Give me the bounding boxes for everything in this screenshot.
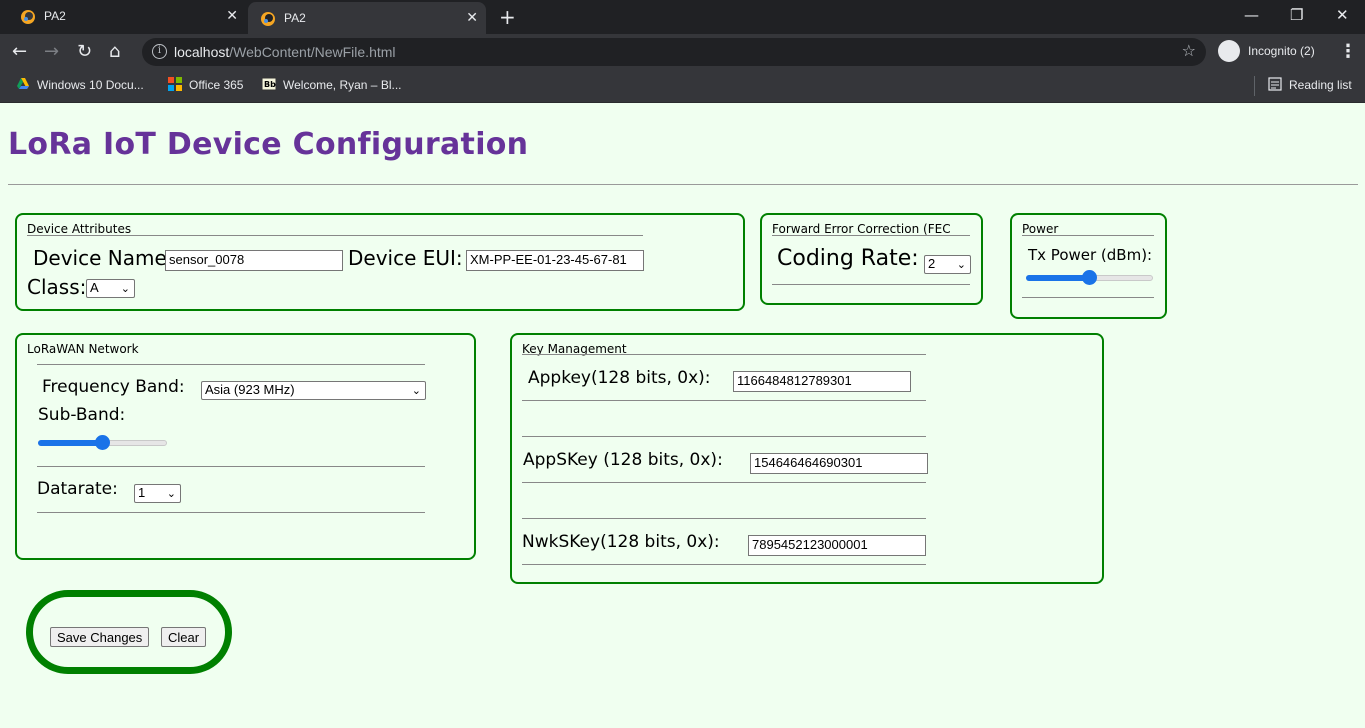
tx-power-slider[interactable]: [1026, 269, 1153, 285]
reading-list-icon: [1268, 77, 1282, 91]
frequency-band-value: Asia (923 MHz): [205, 382, 295, 397]
svg-text:Bb: Bb: [264, 80, 276, 89]
office-365-icon: [168, 77, 182, 91]
key-management-fieldset: Key Management Appkey(128 bits, 0x): 116…: [510, 333, 1104, 584]
chevron-down-icon: ⌄: [956, 259, 966, 271]
back-icon[interactable]: ←: [12, 41, 27, 62]
section-rule: [1022, 297, 1154, 298]
page-content: LoRa IoT Device Configuration Device Att…: [0, 103, 1365, 728]
slider-thumb[interactable]: [1082, 270, 1097, 285]
sub-band-label: Sub-Band:: [38, 405, 126, 425]
tab-strip: PA2 ✕ PA2 ✕ + — ❐ ✕: [0, 0, 1365, 34]
slider-fill: [38, 440, 103, 446]
info-icon[interactable]: i: [152, 44, 167, 59]
nwkskey-label: NwkSKey(128 bits, 0x):: [522, 532, 720, 552]
coding-rate-select[interactable]: 2 ⌄: [924, 255, 971, 274]
window-close-icon[interactable]: ✕: [1336, 6, 1349, 24]
appskey-label: AppSKey (128 bits, 0x):: [523, 450, 723, 470]
blackboard-icon: Bb: [262, 77, 276, 91]
fec-fieldset: Forward Error Correction (FEC Coding Rat…: [760, 213, 983, 305]
incognito-label: Incognito (2): [1248, 44, 1315, 58]
minimize-icon[interactable]: —: [1244, 6, 1259, 24]
eclipse-icon: [21, 10, 35, 24]
bookmark-item[interactable]: Bb Welcome, Ryan – Bl...: [262, 77, 402, 92]
coding-rate-label: Coding Rate:: [777, 246, 919, 271]
section-rule: [522, 482, 926, 483]
legend-rule: [772, 235, 970, 236]
device-eui-input[interactable]: XM-PP-EE-01-23-45-67-81: [466, 250, 644, 271]
home-icon[interactable]: ⌂: [109, 41, 120, 62]
incognito-indicator[interactable]: Incognito (2): [1216, 39, 1328, 65]
power-legend: Power: [1022, 222, 1059, 236]
datarate-select[interactable]: 1 ⌄: [134, 484, 181, 503]
device-eui-label: Device EUI:: [348, 246, 463, 270]
frequency-band-label: Frequency Band:: [42, 377, 185, 397]
page-title: LoRa IoT Device Configuration: [8, 127, 529, 162]
class-label: Class:: [27, 275, 87, 299]
save-changes-button[interactable]: Save Changes: [50, 627, 150, 647]
forward-icon[interactable]: →: [44, 41, 59, 62]
lorawan-network-fieldset: LoRaWAN Network Frequency Band: Asia (92…: [15, 333, 476, 560]
sub-band-slider[interactable]: [38, 434, 167, 450]
datarate-value: 1: [138, 485, 146, 500]
bookmark-separator: [1254, 76, 1255, 96]
tx-power-label: Tx Power (dBm):: [1028, 246, 1153, 264]
coding-rate-value: 2: [928, 256, 936, 271]
bookmarks-bar: Windows 10 Docu... Office 365 Bb Welcome…: [0, 70, 1365, 103]
slider-thumb[interactable]: [95, 435, 110, 450]
slider-fill: [1026, 275, 1090, 281]
bookmark-item[interactable]: Windows 10 Docu...: [16, 77, 144, 92]
device-name-input[interactable]: sensor_0078: [165, 250, 343, 271]
restore-icon[interactable]: ❐: [1290, 6, 1303, 24]
close-icon[interactable]: ✕: [226, 7, 238, 24]
appkey-label: Appkey(128 bits, 0x):: [528, 368, 711, 388]
appskey-input[interactable]: 154646464690301: [750, 453, 928, 474]
address-bar[interactable]: i localhost/WebContent/NewFile.html ☆: [142, 38, 1206, 66]
reading-list[interactable]: Reading list: [1268, 77, 1352, 92]
bookmark-item[interactable]: Office 365: [168, 77, 243, 92]
datarate-label: Datarate:: [37, 479, 118, 499]
device-name-label: Device Name:: [33, 246, 174, 270]
nwkskey-input[interactable]: 7895452123000001: [748, 535, 926, 556]
reload-icon[interactable]: ↻: [77, 41, 92, 62]
section-rule: [37, 512, 425, 513]
legend-rule: [27, 235, 643, 236]
chevron-down-icon: ⌄: [120, 283, 130, 295]
chevron-down-icon: ⌄: [166, 488, 176, 500]
clear-button[interactable]: Clear: [161, 627, 207, 647]
appkey-input[interactable]: 1166484812789301: [733, 371, 911, 392]
incognito-icon: [1218, 40, 1240, 62]
class-select[interactable]: A ⌄: [86, 279, 135, 298]
new-tab-icon[interactable]: +: [499, 5, 516, 29]
section-rule: [37, 466, 425, 467]
power-fieldset: Power Tx Power (dBm):: [1010, 213, 1167, 319]
chevron-down-icon: ⌄: [411, 385, 421, 397]
url-text[interactable]: localhost/WebContent/NewFile.html: [174, 44, 396, 60]
device-attributes-fieldset: Device Attributes Device Name: sensor_00…: [15, 213, 745, 311]
tab-title: PA2: [44, 9, 66, 23]
device-attributes-legend: Device Attributes: [27, 222, 132, 236]
frequency-band-select[interactable]: Asia (923 MHz) ⌄: [201, 381, 426, 400]
section-rule: [522, 400, 926, 401]
section-rule: [522, 564, 926, 565]
tab-title: PA2: [284, 11, 306, 25]
lorawan-network-legend: LoRaWAN Network: [27, 342, 139, 356]
legend-rule: [522, 354, 926, 355]
google-drive-icon: [17, 78, 29, 89]
tab-pa2-2[interactable]: PA2 ✕: [248, 2, 486, 34]
browser-toolbar: ← → ↻ ⌂ i localhost/WebContent/NewFile.h…: [0, 34, 1365, 70]
section-rule: [37, 364, 425, 365]
class-select-value: A: [90, 280, 99, 295]
bookmark-star-icon[interactable]: ☆: [1182, 41, 1196, 60]
section-rule: [522, 518, 926, 519]
divider: [8, 184, 1358, 185]
eclipse-icon: [261, 12, 275, 26]
menu-icon[interactable]: ⋮: [1339, 41, 1357, 62]
section-rule: [772, 284, 970, 285]
fec-legend: Forward Error Correction (FEC: [772, 222, 951, 236]
tab-pa2-1[interactable]: PA2 ✕: [8, 0, 246, 34]
section-rule: [522, 436, 926, 437]
legend-rule: [1022, 235, 1154, 236]
close-icon[interactable]: ✕: [466, 9, 478, 26]
